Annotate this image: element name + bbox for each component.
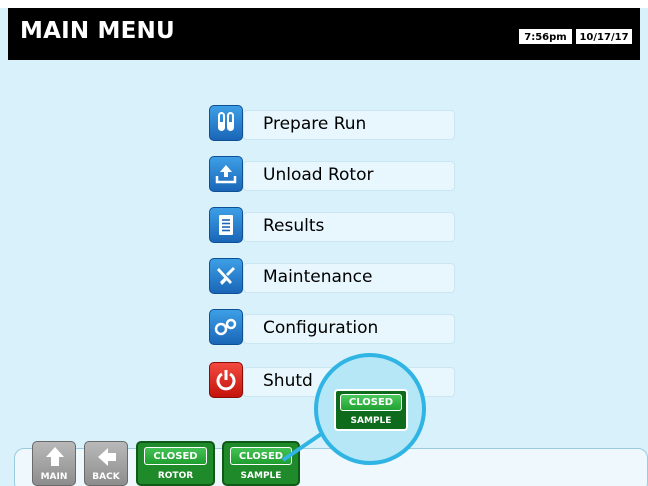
menu-item-label[interactable]: Maintenance (263, 267, 372, 287)
callout-state: CLOSED (340, 394, 402, 411)
menu-item-label[interactable]: Results (263, 216, 324, 236)
unload-tray-icon[interactable] (209, 156, 243, 192)
up-arrow-icon (46, 447, 64, 466)
main-button-label: MAIN (40, 472, 68, 482)
title-bar: MAIN MENU 7:56pm 10/17/17 (8, 8, 640, 60)
main-button[interactable]: MAIN (32, 441, 76, 486)
rotor-label: ROTOR (157, 471, 194, 481)
gears-icon[interactable] (209, 309, 243, 345)
date-display: 10/17/17 (575, 28, 633, 45)
callout-label: SAMPLE (350, 416, 392, 426)
menu-item-unload-rotor[interactable]: Unload Rotor (209, 156, 455, 192)
sample-callout-magnifier: CLOSED SAMPLE (314, 353, 426, 465)
menu-item-maintenance[interactable]: Maintenance (209, 258, 455, 294)
back-button[interactable]: BACK (84, 441, 128, 486)
menu-item-results[interactable]: Results (209, 207, 455, 243)
tools-icon[interactable] (209, 258, 243, 294)
back-button-label: BACK (92, 472, 120, 482)
page-title: MAIN MENU (20, 18, 175, 44)
rotor-status-button[interactable]: CLOSED ROTOR (136, 441, 215, 486)
sample-label: SAMPLE (240, 471, 282, 481)
menu-item-prepare-run[interactable]: Prepare Run (209, 105, 455, 141)
time-display: 7:56pm (518, 28, 573, 45)
screen: MAIN MENU 7:56pm 10/17/17 Prepare Run Un… (0, 0, 648, 486)
top-margin (0, 0, 648, 8)
menu-item-label[interactable]: Configuration (263, 318, 378, 338)
document-icon[interactable] (209, 207, 243, 243)
test-tubes-icon[interactable] (209, 105, 243, 141)
sample-state: CLOSED (230, 447, 292, 465)
power-icon[interactable] (209, 362, 243, 398)
rotor-state: CLOSED (144, 447, 207, 465)
menu-item-label[interactable]: Unload Rotor (263, 165, 373, 185)
menu-item-label[interactable]: Prepare Run (263, 114, 366, 134)
sample-status-button[interactable]: CLOSED SAMPLE (222, 441, 300, 486)
menu-item-configuration[interactable]: Configuration (209, 309, 455, 345)
callout-sample-button: CLOSED SAMPLE (334, 389, 408, 431)
left-arrow-icon (98, 448, 116, 466)
menu-item-label[interactable]: Shutd (263, 371, 313, 391)
